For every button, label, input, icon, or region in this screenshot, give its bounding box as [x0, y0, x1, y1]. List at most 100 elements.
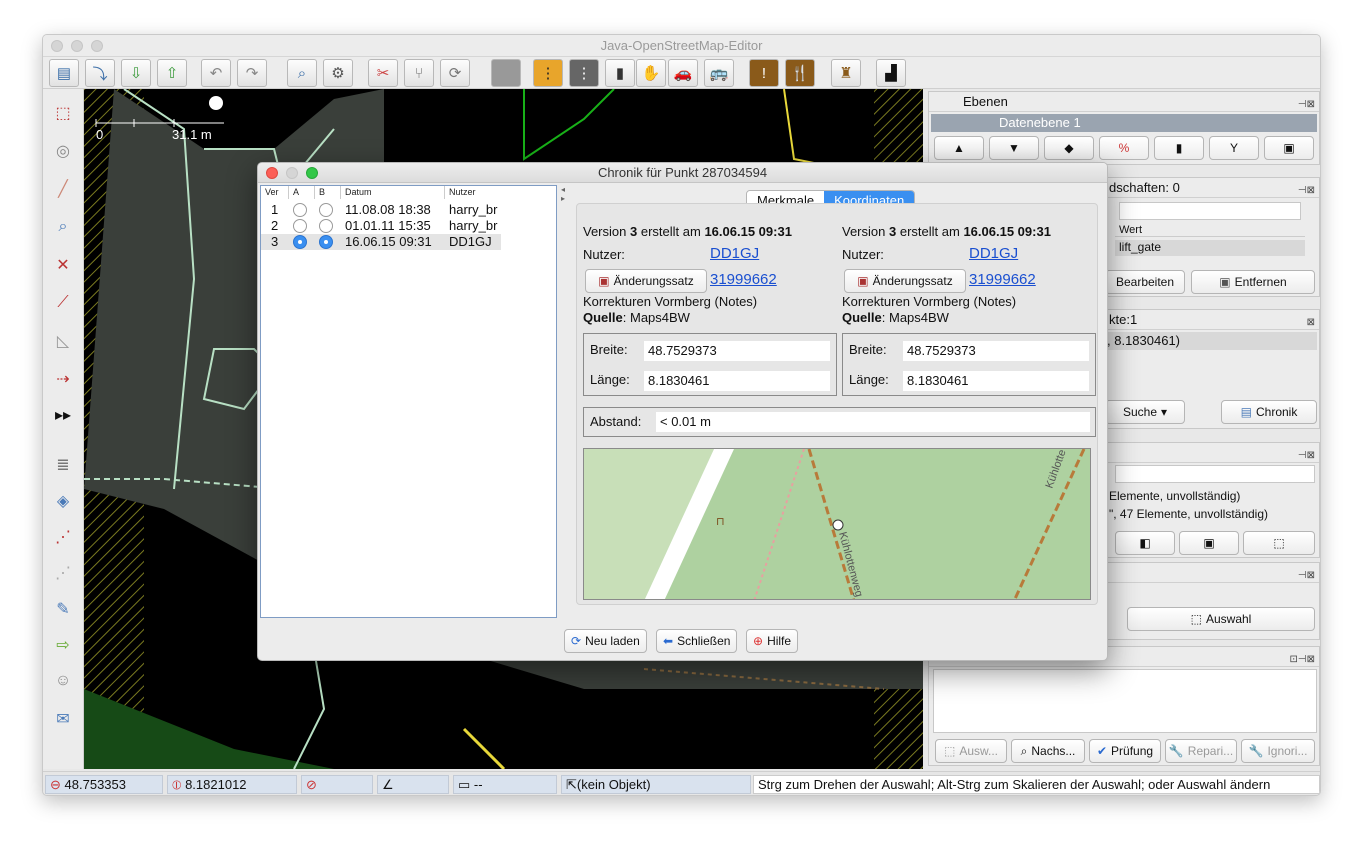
open-file-icon[interactable]: ▤: [49, 59, 79, 87]
merge-layer-button[interactable]: ◆: [1044, 136, 1094, 160]
measure-icon[interactable]: ◺: [49, 327, 77, 355]
opacity-button[interactable]: ▮: [1154, 136, 1204, 160]
edit-button[interactable]: Bearbeiten: [1105, 270, 1185, 294]
properties-search-input[interactable]: [1119, 202, 1301, 220]
select-validator-button[interactable]: ⬚ Ausw...: [935, 739, 1007, 763]
close-icon[interactable]: ⊣⊠: [1298, 95, 1315, 115]
search-button[interactable]: Suche ▾: [1105, 400, 1185, 424]
radio-b[interactable]: [319, 219, 333, 233]
notes-icon[interactable]: ✉: [49, 705, 77, 733]
close-icon[interactable]: ⊣⊠: [1298, 181, 1315, 201]
toggle-icon[interactable]: ⚙: [323, 59, 353, 87]
right-changeset-button[interactable]: ▣ Änderungssatz: [844, 269, 966, 293]
minimize-window-button[interactable]: [71, 40, 83, 52]
close-icon[interactable]: ⊣⊠: [1298, 446, 1315, 466]
save-icon[interactable]: ⤵: [85, 59, 115, 87]
tag-icon[interactable]: ◈: [49, 487, 77, 515]
remove-button[interactable]: ▣ Entfernen: [1191, 270, 1315, 294]
radio-a[interactable]: [293, 219, 307, 233]
radio-b[interactable]: [319, 203, 333, 217]
lookup-validator-button[interactable]: ⌕ Nachs...: [1011, 739, 1085, 763]
version-row[interactable]: 1 11.08.08 18:38 harry_br: [261, 202, 501, 218]
traffic-signal-icon[interactable]: ⋮: [533, 59, 563, 87]
lasso-icon[interactable]: ◎: [49, 137, 77, 165]
reload-button[interactable]: ⟳ Neu laden: [564, 629, 647, 653]
close-icon[interactable]: ⊣⊠: [1298, 566, 1315, 586]
col-date[interactable]: Datum: [341, 186, 445, 199]
barrier-icon[interactable]: ▮: [605, 59, 635, 87]
dialog-minimize-button[interactable]: [286, 167, 298, 179]
layer-row[interactable]: Datenebene 1: [931, 114, 1317, 132]
properties-icon[interactable]: ✎: [49, 595, 77, 623]
radio-a[interactable]: [293, 203, 307, 217]
zoom-window-button[interactable]: [91, 40, 103, 52]
imagery-icon[interactable]: [491, 59, 521, 87]
close-icon[interactable]: ⊡⊣⊠: [1290, 650, 1315, 670]
user-list-icon[interactable]: ⋰: [49, 559, 77, 587]
undo-icon[interactable]: ↶: [201, 59, 231, 87]
left-user-link[interactable]: DD1GJ: [710, 245, 759, 262]
hand-icon[interactable]: ✋: [636, 59, 666, 87]
ignore-button[interactable]: 🔧 Ignori...: [1241, 739, 1315, 763]
version-row[interactable]: 2 01.01.11 15:35 harry_br: [261, 218, 501, 234]
relation-delete-button[interactable]: ▣: [1179, 531, 1239, 555]
select-icon[interactable]: ⬚: [49, 99, 77, 127]
split-divider[interactable]: ◂ ▸: [558, 185, 568, 618]
authors-icon[interactable]: ☺: [49, 667, 77, 695]
duplicate-layer-button[interactable]: Y: [1209, 136, 1259, 160]
download-icon[interactable]: ⇩: [121, 59, 151, 87]
left-changeset-button[interactable]: ▣ Änderungssatz: [585, 269, 707, 293]
draw-icon[interactable]: ╱: [49, 175, 77, 203]
industrial-icon[interactable]: ▟: [876, 59, 906, 87]
col-a[interactable]: A: [289, 186, 315, 199]
dialog-close-button[interactable]: [266, 167, 278, 179]
car-icon[interactable]: 🚗: [668, 59, 698, 87]
right-changeset-link[interactable]: 31999662: [969, 271, 1036, 288]
relation-select-button[interactable]: ⬚: [1243, 531, 1315, 555]
version-row[interactable]: 3 16.06.15 09:31 DD1GJ: [261, 234, 501, 250]
col-user[interactable]: Nutzer: [445, 186, 501, 199]
simplify-way-icon[interactable]: ✂: [368, 59, 398, 87]
close-button[interactable]: ⬅ Schließen: [656, 629, 738, 653]
col-ver[interactable]: Ver: [261, 186, 289, 199]
relations-filter-input[interactable]: [1115, 465, 1315, 483]
validate-button[interactable]: ✔ Prüfung: [1089, 739, 1161, 763]
close-icon[interactable]: ⊠: [1307, 313, 1315, 333]
crossing-icon[interactable]: ⋮: [569, 59, 599, 87]
mini-map[interactable]: Kühlottenweg Kühlotte ⊓: [583, 448, 1091, 600]
reverse-way-icon[interactable]: ⟳: [440, 59, 470, 87]
properties-row[interactable]: lift_gate: [1115, 240, 1305, 256]
right-user-link[interactable]: DD1GJ: [969, 245, 1018, 262]
upload-icon[interactable]: ⇧: [157, 59, 187, 87]
delete-icon[interactable]: ✕: [49, 251, 77, 279]
improve-way-icon[interactable]: ⇢: [49, 365, 77, 393]
move-down-button[interactable]: ▼: [989, 136, 1039, 160]
bus-icon[interactable]: 🚌: [704, 59, 734, 87]
col-b[interactable]: B: [315, 186, 341, 199]
relation-line-2[interactable]: ", 47 Elemente, unvollständig): [1109, 507, 1268, 521]
relation-line-1[interactable]: Elemente, unvollständig): [1109, 489, 1240, 503]
split-way-icon[interactable]: ⑂: [404, 59, 434, 87]
left-changeset-link[interactable]: 31999662: [710, 271, 777, 288]
close-window-button[interactable]: [51, 40, 63, 52]
redo-icon[interactable]: ↷: [237, 59, 267, 87]
preferences-icon[interactable]: ⌕: [287, 59, 317, 87]
warning-icon[interactable]: !: [749, 59, 779, 87]
layers-icon[interactable]: ≣: [49, 451, 77, 479]
delete-layer-button[interactable]: ▣: [1264, 136, 1314, 160]
parallel-icon[interactable]: ⟋: [49, 289, 77, 317]
relation-duplicate-button[interactable]: ◧: [1115, 531, 1175, 555]
fix-button[interactable]: 🔧 Repari...: [1165, 739, 1237, 763]
history-button[interactable]: ▤ Chronik: [1221, 400, 1317, 424]
commands-icon[interactable]: ⇨: [49, 631, 77, 659]
auswahl-button[interactable]: ⬚ Auswahl: [1127, 607, 1315, 631]
dialog-zoom-button[interactable]: [306, 167, 318, 179]
expand-icon[interactable]: ▸▸: [49, 401, 77, 429]
castle-icon[interactable]: ♜: [831, 59, 861, 87]
zoom-icon[interactable]: ⌕: [49, 213, 77, 241]
radio-a[interactable]: [293, 235, 307, 249]
radio-b[interactable]: [319, 235, 333, 249]
restaurant-icon[interactable]: 🍴: [785, 59, 815, 87]
toggle-visibility-button[interactable]: %: [1099, 136, 1149, 160]
validator-list[interactable]: [933, 669, 1317, 733]
